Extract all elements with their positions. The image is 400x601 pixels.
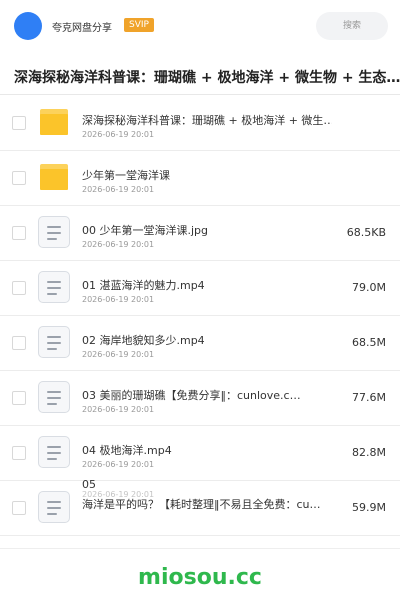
item-checkbox[interactable] <box>12 226 26 240</box>
file-icon <box>38 381 70 413</box>
file-size: 68.5M <box>352 336 386 349</box>
list-item[interactable]: 00 少年第一堂海洋课.jpg 2026-06-19 20:01 68.5KB <box>0 206 400 261</box>
file-name: 03 美丽的珊瑚礁【免费分享‖：cunlove.c… <box>82 389 301 402</box>
username: 夸克网盘分享 <box>52 23 112 34</box>
file-date: 2026-06-19 20:01 <box>82 295 155 304</box>
file-icon <box>38 271 70 303</box>
file-icon <box>38 326 70 358</box>
file-list: 深海探秘海洋科普课：珊瑚礁 + 极地海洋 + 微生… 2026-06-19 20… <box>0 96 400 536</box>
search-input[interactable]: 搜索 <box>316 12 388 40</box>
item-checkbox[interactable] <box>12 501 26 515</box>
watermark: miosou.cc <box>138 565 262 590</box>
item-checkbox[interactable] <box>12 171 26 185</box>
vip-badge: SVIP <box>124 18 154 32</box>
file-icon <box>38 491 70 523</box>
file-icon <box>38 436 70 468</box>
title-bar: 深海探秘海洋科普课：珊瑚礁 + 极地海洋 + 微生物 + 生态… <box>0 60 400 95</box>
file-size: 59.9M <box>352 501 386 514</box>
file-date: 2026-06-19 20:01 <box>82 405 155 414</box>
list-item[interactable]: 深海探秘海洋科普课：珊瑚礁 + 极地海洋 + 微生… 2026-06-19 20… <box>0 96 400 151</box>
file-size: 79.0M <box>352 281 386 294</box>
file-date: 2026-06-19 20:01 <box>82 130 155 139</box>
file-name: 少年第一堂海洋课 <box>82 169 170 182</box>
file-size: 82.8M <box>352 446 386 459</box>
list-item[interactable]: 03 美丽的珊瑚礁【免费分享‖：cunlove.c… 2026-06-19 20… <box>0 371 400 426</box>
file-name: 05 <box>82 478 96 491</box>
file-name: 01 湛蓝海洋的魅力.mp4 <box>82 279 205 292</box>
avatar[interactable] <box>14 12 42 40</box>
file-date: 2026-06-19 20:01 <box>82 185 155 194</box>
file-name: 深海探秘海洋科普课：珊瑚礁 + 极地海洋 + 微生… <box>82 114 332 127</box>
file-date: 2026-06-19 20:01 <box>82 240 155 249</box>
item-checkbox[interactable] <box>12 446 26 460</box>
top-bar: 夸克网盘分享 SVIP 搜索 <box>0 0 400 52</box>
list-item[interactable]: 04 极地海洋.mp4 2026-06-19 20:01 82.8M <box>0 426 400 481</box>
page-title: 深海探秘海洋科普课：珊瑚礁 + 极地海洋 + 微生物 + 生态… <box>14 70 400 86</box>
list-item[interactable]: 02 海岸地貌知多少.mp4 2026-06-19 20:01 68.5M <box>0 316 400 371</box>
item-checkbox[interactable] <box>12 391 26 405</box>
file-name: 02 海岸地貌知多少.mp4 <box>82 334 205 347</box>
folder-icon <box>40 109 68 135</box>
file-date: 2026-06-19 20:01 <box>82 350 155 359</box>
file-size: 77.6M <box>352 391 386 404</box>
file-size: 68.5KB <box>346 226 386 239</box>
item-checkbox[interactable] <box>12 281 26 295</box>
item-checkbox[interactable] <box>12 336 26 350</box>
list-item[interactable]: 01 湛蓝海洋的魅力.mp4 2026-06-19 20:01 79.0M <box>0 261 400 316</box>
file-date: 2026-06-19 20:01 <box>82 460 155 469</box>
footer: miosou.cc <box>0 548 400 601</box>
file-icon <box>38 216 70 248</box>
folder-icon <box>40 164 68 190</box>
item-checkbox[interactable] <box>12 116 26 130</box>
file-name: 00 少年第一堂海洋课.jpg <box>82 224 209 237</box>
list-item[interactable]: 少年第一堂海洋课 2026-06-19 20:01 <box>0 151 400 206</box>
file-name-continued: 海洋是平的吗？【耗时整理‖不易且全免费：cu… <box>82 498 321 511</box>
file-name: 04 极地海洋.mp4 <box>82 444 172 457</box>
list-item[interactable]: 2026-06-19 20:01 05 海洋是平的吗？【耗时整理‖不易且全免费：… <box>0 478 400 536</box>
